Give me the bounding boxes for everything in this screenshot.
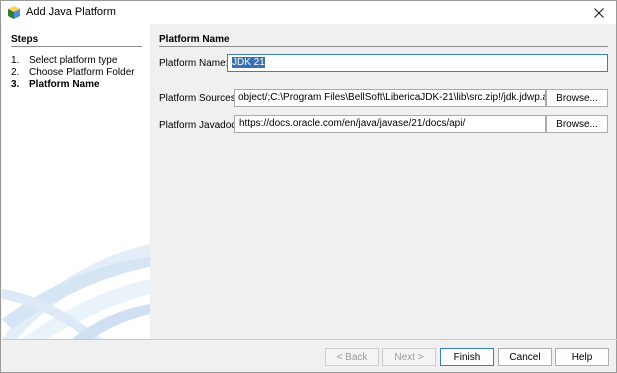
step-3-current: 3. Platform Name xyxy=(11,79,100,90)
close-button[interactable] xyxy=(582,1,616,24)
platform-sources-value: object/;C:\Program Files\BellSoft\Liberi… xyxy=(238,92,546,103)
platform-name-input[interactable]: JDK 21 xyxy=(227,54,608,72)
finish-button[interactable]: Finish xyxy=(440,348,494,366)
next-button[interactable]: Next > xyxy=(382,348,436,366)
platform-name-panel: Platform Name Platform Name: JDK 21 Plat… xyxy=(150,24,616,339)
platform-name-value: JDK 21 xyxy=(232,57,265,68)
step-label: Choose Platform Folder xyxy=(29,67,135,78)
back-button[interactable]: < Back xyxy=(325,348,379,366)
title-bar[interactable]: Add Java Platform xyxy=(1,1,616,24)
platform-javadoc-input[interactable]: https://docs.oracle.com/en/java/javase/2… xyxy=(234,115,546,133)
step-2: 2. Choose Platform Folder xyxy=(11,67,135,78)
step-label: Select platform type xyxy=(29,55,118,66)
platform-javadoc-value: https://docs.oracle.com/en/java/javase/2… xyxy=(239,118,466,129)
netbeans-cube-icon xyxy=(8,6,20,19)
cancel-button[interactable]: Cancel xyxy=(498,348,552,366)
step-label: Platform Name xyxy=(29,79,100,90)
step-number: 1. xyxy=(11,55,20,66)
platform-sources-label: Platform Sources: xyxy=(159,93,239,104)
section-title: Platform Name xyxy=(159,34,608,47)
step-1: 1. Select platform type xyxy=(11,55,117,66)
step-number: 2. xyxy=(11,67,20,78)
steps-panel: Steps 1. Select platform type 2. Choose Pl… xyxy=(2,24,150,339)
platform-name-label: Platform Name: xyxy=(159,58,229,69)
decorative-swoosh-image xyxy=(2,244,150,339)
help-button[interactable]: Help xyxy=(555,348,609,366)
step-number: 3. xyxy=(11,79,20,90)
add-java-platform-dialog: Add Java Platform Steps 1. Select platfor… xyxy=(0,0,617,373)
platform-javadoc-label: Platform Javadoc: xyxy=(159,120,240,131)
close-icon xyxy=(594,7,604,18)
steps-title: Steps xyxy=(11,34,142,47)
window-title: Add Java Platform xyxy=(26,6,116,18)
platform-sources-input[interactable]: object/;C:\Program Files\BellSoft\Liberi… xyxy=(234,89,546,107)
browse-javadoc-button[interactable]: Browse... xyxy=(546,115,608,133)
browse-sources-button[interactable]: Browse... xyxy=(546,89,608,107)
button-bar-separator xyxy=(2,339,617,340)
